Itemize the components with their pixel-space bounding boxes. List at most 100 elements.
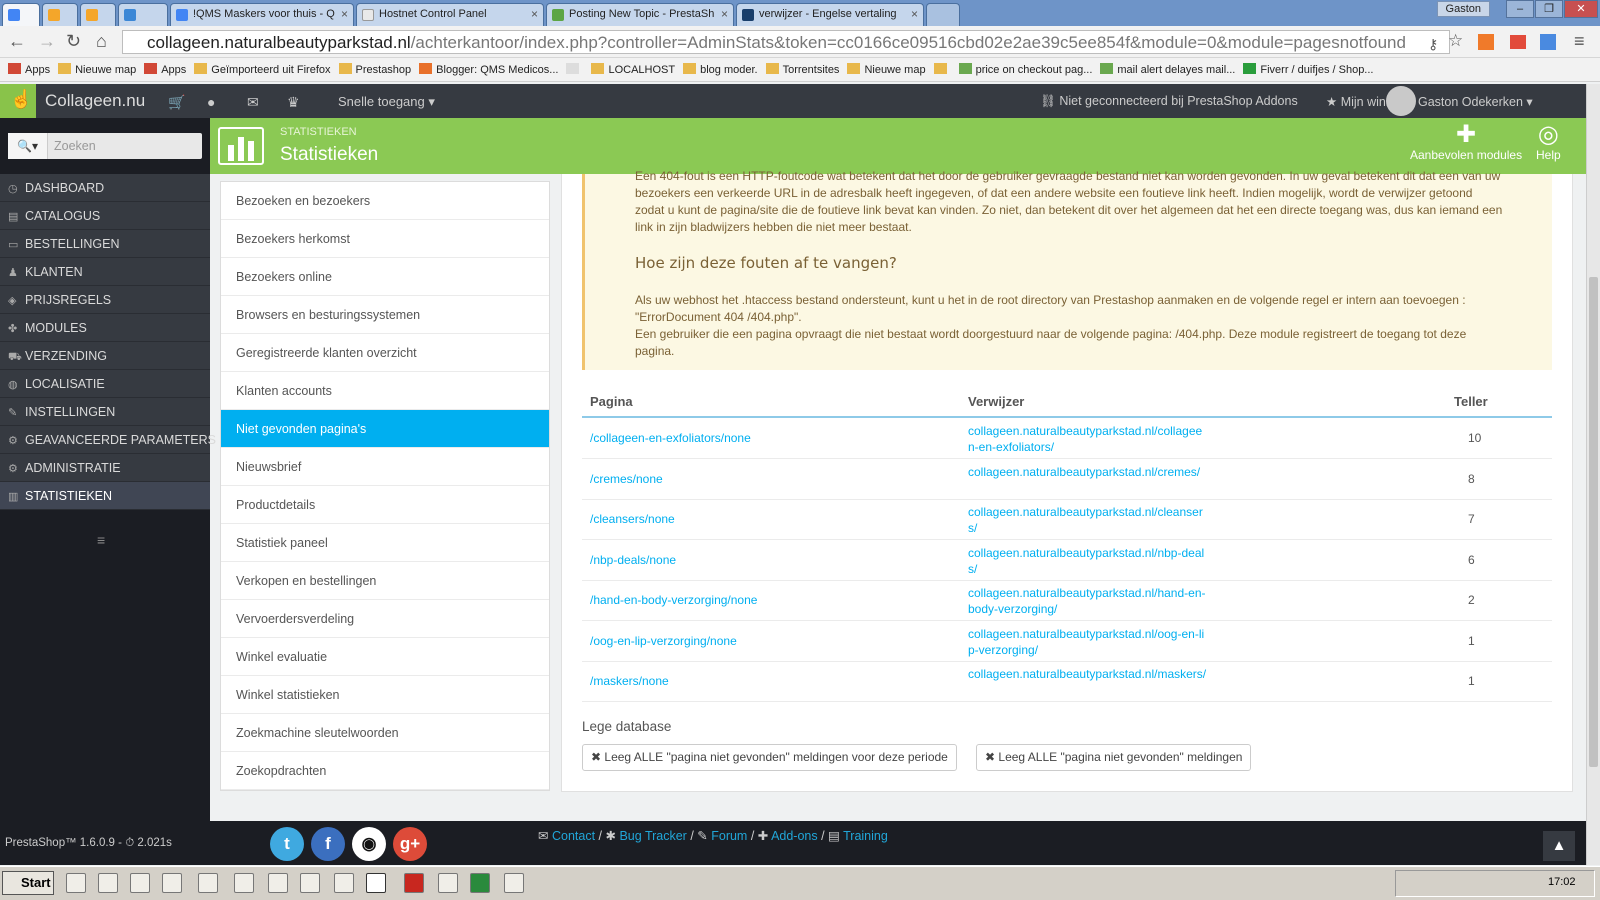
stats-module-item[interactable]: Zoekopdrachten	[221, 752, 549, 790]
twitter-icon[interactable]: t	[270, 827, 304, 861]
stats-module-item[interactable]: Bezoekers herkomst	[221, 220, 549, 258]
stats-module-item[interactable]: Bezoekers online	[221, 258, 549, 296]
mail-icon[interactable]: ✉	[247, 94, 259, 111]
empty-all-button[interactable]: ✖ Leeg ALLE "pagina niet gevonden" meldi…	[976, 744, 1252, 771]
facebook-icon[interactable]: f	[311, 827, 345, 861]
translate-icon[interactable]	[1540, 34, 1556, 50]
page-link[interactable]: /maskers/none	[590, 674, 669, 688]
profile-badge[interactable]: Gaston	[1436, 1, 1490, 17]
sidebar-item-instellingen[interactable]: ✎ INSTELLINGEN	[0, 398, 210, 426]
referrer-link[interactable]: collageen.naturalbeautyparkstad.nl/maske…	[968, 666, 1208, 682]
star-icon[interactable]: ☆	[1448, 32, 1463, 50]
referrer-link[interactable]: collageen.naturalbeautyparkstad.nl/nbp-d…	[968, 545, 1208, 577]
googleplus-icon[interactable]: g+	[393, 827, 427, 861]
addons-connect-link[interactable]: ⛓ Niet geconnecteerd bij PrestaShop Addo…	[1040, 94, 1298, 109]
addons-link[interactable]: Add-ons	[771, 829, 818, 843]
stats-module-item[interactable]: Nieuwsbrief	[221, 448, 549, 486]
referrer-link[interactable]: collageen.naturalbeautyparkstad.nl/creme…	[968, 464, 1208, 480]
page-link[interactable]: /oog-en-lip-verzorging/none	[590, 634, 737, 648]
menu-icon[interactable]: ≡	[1574, 32, 1585, 50]
close-icon[interactable]: ×	[911, 7, 918, 21]
bookmark-item[interactable]: Nieuwe map	[58, 63, 136, 76]
recommended-modules-button[interactable]: ✚ Aanbevolen modules	[1410, 122, 1522, 163]
cart-icon[interactable]: 🛒	[168, 94, 185, 111]
sidebar-item-geavanceerde-parameters[interactable]: ⚙ GEAVANCEERDE PARAMETERS	[0, 426, 216, 454]
bookmark-item[interactable]: Apps	[8, 63, 50, 76]
quick-access-menu[interactable]: Snelle toegang ▾	[338, 94, 435, 110]
bookmark-item[interactable]: Fiverr / duifjes / Shop...	[1243, 63, 1373, 76]
avatar[interactable]	[1386, 86, 1416, 116]
bookmark-item[interactable]: LOCALHOST	[591, 63, 675, 76]
app-icon[interactable]	[162, 873, 182, 893]
bookmark-item[interactable]: Nieuwe map	[847, 63, 926, 76]
browser-tab[interactable]: Hostnet Control Panel ×	[356, 3, 544, 26]
breadcrumb[interactable]: STATISTIEKEN	[280, 126, 357, 138]
sidebar-item-klanten[interactable]: ♟ KLANTEN	[0, 258, 210, 286]
start-button[interactable]: Start	[2, 871, 54, 895]
sidebar-item-administratie[interactable]: ⚙ ADMINISTRATIE	[0, 454, 210, 482]
shop-name[interactable]: Collageen.nu	[45, 91, 145, 111]
sidebar-item-prijsregels[interactable]: ◈ PRIJSREGELS	[0, 286, 210, 314]
address-bar[interactable]: collageen.naturalbeautyparkstad.nl/achte…	[122, 30, 1450, 54]
referrer-link[interactable]: collageen.naturalbeautyparkstad.nl/oog-e…	[968, 626, 1208, 658]
bookmark-item[interactable]: Apps	[144, 63, 186, 76]
contact-link[interactable]: Contact	[552, 829, 595, 843]
bookmark-item[interactable]: Prestashop	[338, 63, 411, 76]
trophy-icon[interactable]: ♛	[287, 94, 300, 111]
bookmark-item[interactable]	[566, 63, 583, 76]
browser-tab[interactable]	[2, 3, 40, 26]
empty-period-button[interactable]: ✖ Leeg ALLE "pagina niet gevonden" meldi…	[582, 744, 957, 771]
close-window-icon[interactable]: ✕	[1564, 0, 1598, 18]
sidebar-item-modules[interactable]: ✤ MODULES	[0, 314, 210, 342]
close-icon[interactable]: ×	[721, 7, 728, 21]
stats-module-item[interactable]: Klanten accounts	[221, 372, 549, 410]
extension-icon[interactable]	[1510, 35, 1526, 49]
stats-module-item[interactable]: Winkel evaluatie	[221, 638, 549, 676]
page-link[interactable]: /nbp-deals/none	[590, 553, 676, 567]
collapse-menu-icon[interactable]: ≡	[97, 532, 105, 548]
referrer-link[interactable]: collageen.naturalbeautyparkstad.nl/colla…	[968, 423, 1208, 455]
app-icon[interactable]	[130, 873, 150, 893]
github-icon[interactable]: ◉	[352, 827, 386, 861]
sidebar-item-catalogus[interactable]: ▤ CATALOGUS	[0, 202, 210, 230]
page-link[interactable]: /collageen-en-exfoliators/none	[590, 431, 751, 445]
help-button[interactable]: ◎ Help	[1536, 122, 1561, 163]
browser-tab[interactable]: !QMS Maskers voor thuis - Q ×	[170, 3, 354, 26]
stats-module-item[interactable]: Niet gevonden pagina's	[221, 410, 549, 448]
browser-tab[interactable]	[118, 3, 168, 26]
sidebar-item-bestellingen[interactable]: ▭ BESTELLINGEN	[0, 230, 210, 258]
search-input[interactable]: Zoeken	[54, 139, 96, 153]
minimize-icon[interactable]: –	[1506, 0, 1534, 18]
bookmark-item[interactable]	[933, 63, 951, 76]
home-icon[interactable]: ⌂	[96, 32, 107, 50]
page-link[interactable]: /cleansers/none	[590, 512, 675, 526]
app-icon[interactable]	[234, 873, 254, 893]
bookmark-item[interactable]: price on checkout pag...	[958, 63, 1092, 76]
referrer-link[interactable]: collageen.naturalbeautyparkstad.nl/clean…	[968, 504, 1208, 536]
app-icon[interactable]	[334, 873, 354, 893]
sidebar-item-localisatie[interactable]: ◍ LOCALISATIE	[0, 370, 210, 398]
close-icon[interactable]: ×	[341, 7, 348, 21]
app-icon[interactable]	[504, 873, 524, 893]
referrer-link[interactable]: collageen.naturalbeautyparkstad.nl/hand-…	[968, 585, 1208, 617]
app-icon[interactable]	[268, 873, 288, 893]
training-link[interactable]: Training	[843, 829, 888, 843]
page-scrollbar[interactable]	[1586, 84, 1600, 865]
browser-tab[interactable]: verwijzer - Engelse vertaling ×	[736, 3, 924, 26]
stats-module-item[interactable]: Productdetails	[221, 486, 549, 524]
browser-tab[interactable]	[42, 3, 78, 26]
bookmark-item[interactable]: Blogger: QMS Medicos...	[419, 63, 558, 76]
user-menu[interactable]: Gaston Odekerken ▾	[1418, 94, 1533, 109]
reload-icon[interactable]: ↻	[66, 32, 81, 50]
search-icon[interactable]: 🔍▾	[8, 133, 48, 159]
scroll-top-button[interactable]: ▲	[1543, 831, 1575, 861]
new-tab-button[interactable]	[926, 3, 960, 26]
explorer-icon[interactable]	[66, 873, 86, 893]
scrollbar-thumb[interactable]	[1589, 277, 1598, 767]
prestashop-logo[interactable]: ☝	[0, 84, 36, 118]
forward-icon[interactable]: →	[38, 32, 56, 50]
user-icon[interactable]: ●	[207, 94, 215, 110]
globe-icon[interactable]	[98, 873, 118, 893]
stats-module-item[interactable]: Statistiek paneel	[221, 524, 549, 562]
app-icon[interactable]	[438, 873, 458, 893]
